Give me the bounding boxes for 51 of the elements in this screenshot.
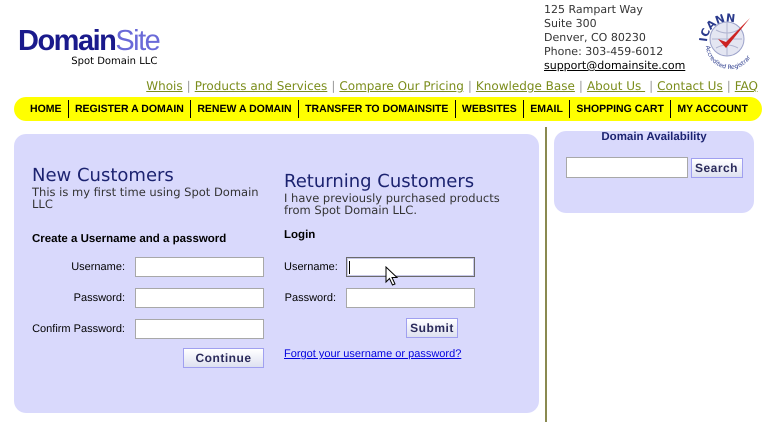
section-title: New Customers — [32, 166, 175, 186]
field-label: Username: — [70, 261, 126, 273]
top-link[interactable]: Whois — [146, 79, 183, 93]
link-separator: | — [578, 79, 583, 93]
input-field[interactable] — [135, 288, 264, 308]
top-link[interactable]: About Us — [586, 79, 646, 93]
input-field[interactable] — [346, 257, 475, 277]
nav-link[interactable]: MY ACCOUNT — [673, 101, 752, 117]
link-separator: | — [331, 79, 336, 93]
field-label: Password: — [284, 292, 337, 304]
link-separator: | — [649, 79, 654, 93]
continue-button[interactable]: Continue — [183, 348, 264, 368]
input-field[interactable] — [346, 288, 475, 308]
submit-button[interactable]: Submit — [406, 318, 458, 338]
nav-link[interactable]: EMAIL — [526, 101, 567, 117]
address-line: 125 Rampart Way — [544, 3, 644, 17]
domain-search-field[interactable] — [566, 157, 688, 178]
nav-link[interactable]: SHOPPING CART — [572, 101, 668, 117]
link-separator: | — [468, 79, 472, 93]
site-logo[interactable]: DomainSite — [18, 26, 160, 56]
nav-link[interactable]: RENEW A DOMAIN — [193, 101, 296, 117]
top-link[interactable]: Compare Our Pricing — [339, 79, 464, 93]
nav-link[interactable]: WEBSITES — [458, 101, 521, 117]
panel-title: Domain Availability — [601, 131, 707, 143]
field-label: Username: — [284, 261, 339, 273]
nav-link[interactable]: HOME — [26, 101, 66, 117]
forgot-password-link[interactable]: Forgot your username or password? — [284, 348, 509, 360]
top-link[interactable]: Knowledge Base — [476, 79, 575, 93]
nav-link[interactable]: REGISTER A DOMAIN — [70, 101, 188, 117]
search-button[interactable]: Search — [690, 158, 742, 178]
link-separator: | — [726, 79, 731, 93]
address-line: Denver, CO 80230 — [544, 31, 647, 45]
link-separator: | — [186, 79, 191, 93]
top-link[interactable]: FAQ — [734, 79, 758, 93]
address-line: Suite 300 — [544, 17, 598, 31]
top-link[interactable]: Products and Services — [194, 79, 328, 93]
section-description: I have previously purchased products from Spot Domain LLC. — [284, 192, 501, 216]
section-description: This is my first time using Spot Domain LLC — [32, 186, 260, 210]
mouse-cursor-icon — [386, 266, 398, 286]
input-field[interactable] — [135, 257, 264, 277]
input-field[interactable] — [135, 319, 264, 339]
form-heading: Create a Username and a password — [32, 233, 228, 245]
section-title: Returning Customers — [284, 172, 476, 192]
top-link[interactable]: Contact Us — [657, 79, 723, 93]
field-label: Confirm Password: — [32, 323, 126, 335]
field-label: Password: — [72, 292, 126, 304]
address-line: Phone: 303-459-6012 — [544, 45, 664, 59]
form-heading: Login — [284, 229, 316, 241]
logo-tagline: Spot Domain LLC — [71, 56, 158, 68]
support-email-link[interactable]: support@domainsite.com — [544, 59, 686, 72]
nav-link[interactable]: TRANSFER TO DOMAINSITE — [301, 101, 452, 117]
